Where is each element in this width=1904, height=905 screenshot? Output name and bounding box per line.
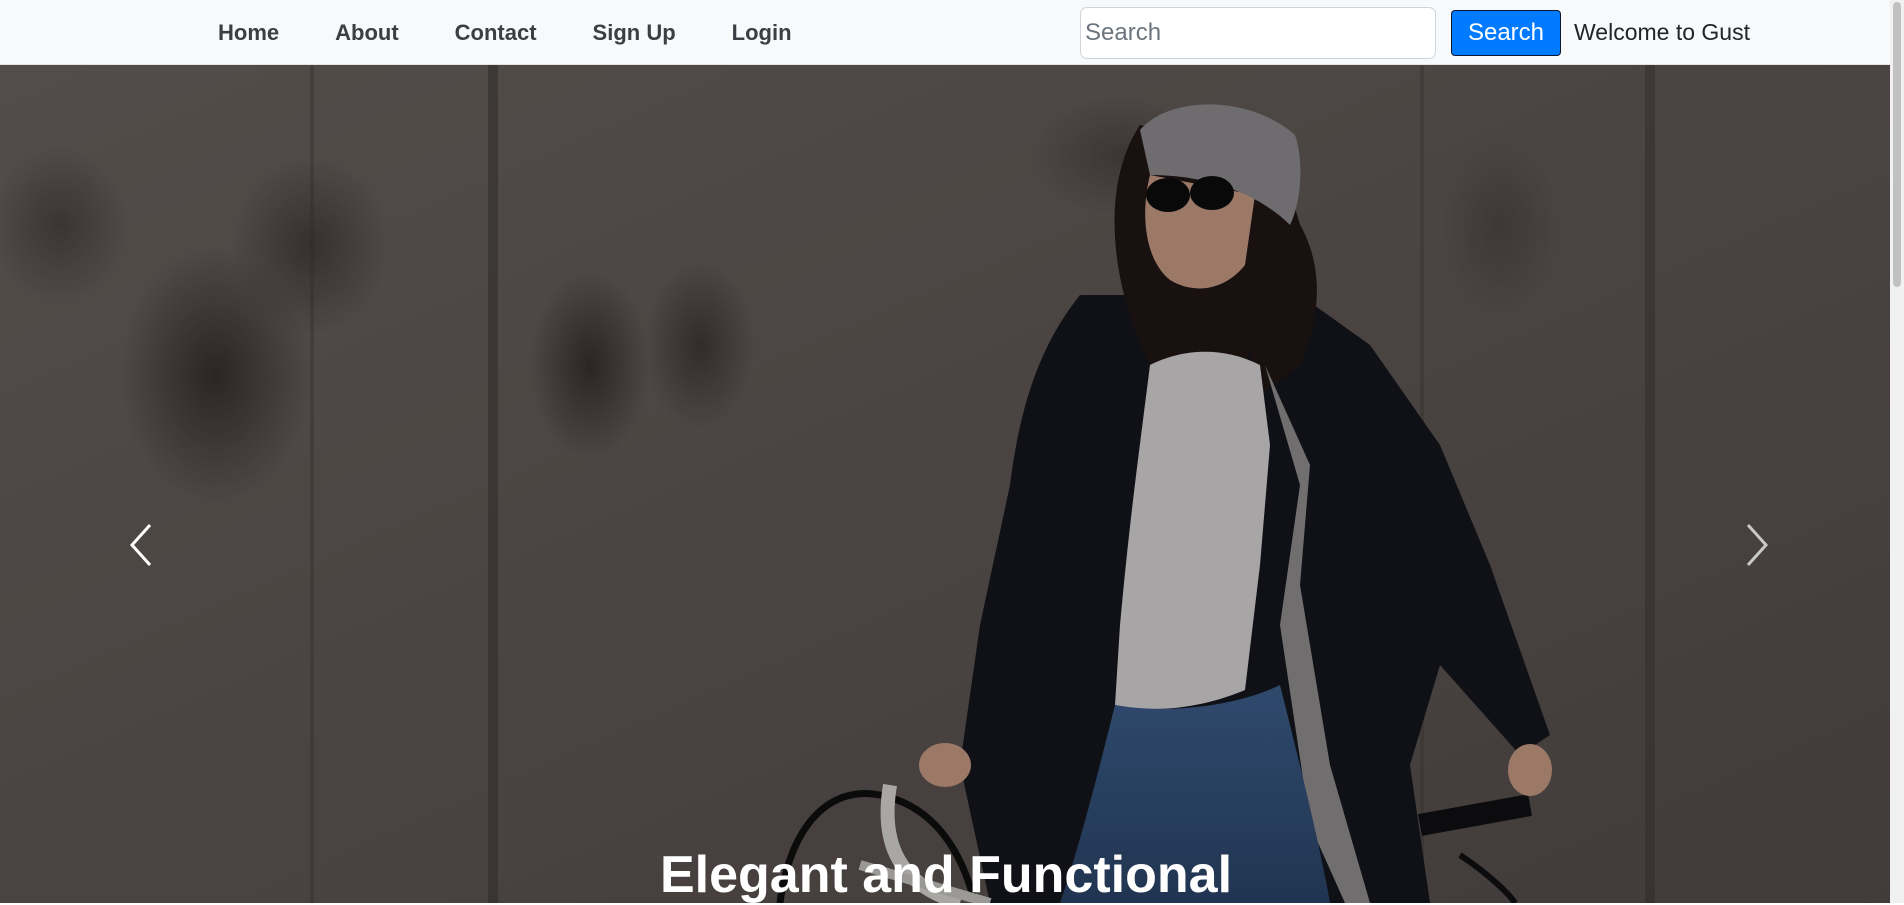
search-input[interactable] bbox=[1080, 6, 1436, 59]
nav-link-about[interactable]: About bbox=[335, 20, 399, 46]
hero-photo bbox=[0, 65, 1904, 903]
chevron-right-icon bbox=[1746, 523, 1769, 567]
carousel-next-control[interactable] bbox=[1736, 515, 1776, 575]
carousel-prev-control[interactable] bbox=[122, 515, 162, 575]
search-button[interactable]: Search bbox=[1451, 9, 1561, 56]
nav-links: Home About Contact Sign Up Login bbox=[190, 0, 820, 65]
welcome-text: Welcome to Gust bbox=[1574, 19, 1750, 45]
nav-link-login[interactable]: Login bbox=[732, 20, 792, 46]
chevron-left-icon bbox=[129, 523, 152, 567]
page-scrollbar[interactable] bbox=[1890, 0, 1904, 903]
nav-link-home[interactable]: Home bbox=[218, 20, 279, 46]
nav-link-contact[interactable]: Contact bbox=[455, 20, 537, 46]
top-navbar: Home About Contact Sign Up Login Search … bbox=[0, 0, 1904, 65]
scrollbar-thumb[interactable] bbox=[1893, 2, 1901, 287]
nav-link-signup[interactable]: Sign Up bbox=[593, 20, 676, 46]
hero-carousel bbox=[0, 65, 1904, 903]
carousel-caption: Elegant and Functional bbox=[659, 846, 1233, 904]
search-form: Search bbox=[1080, 5, 1561, 60]
